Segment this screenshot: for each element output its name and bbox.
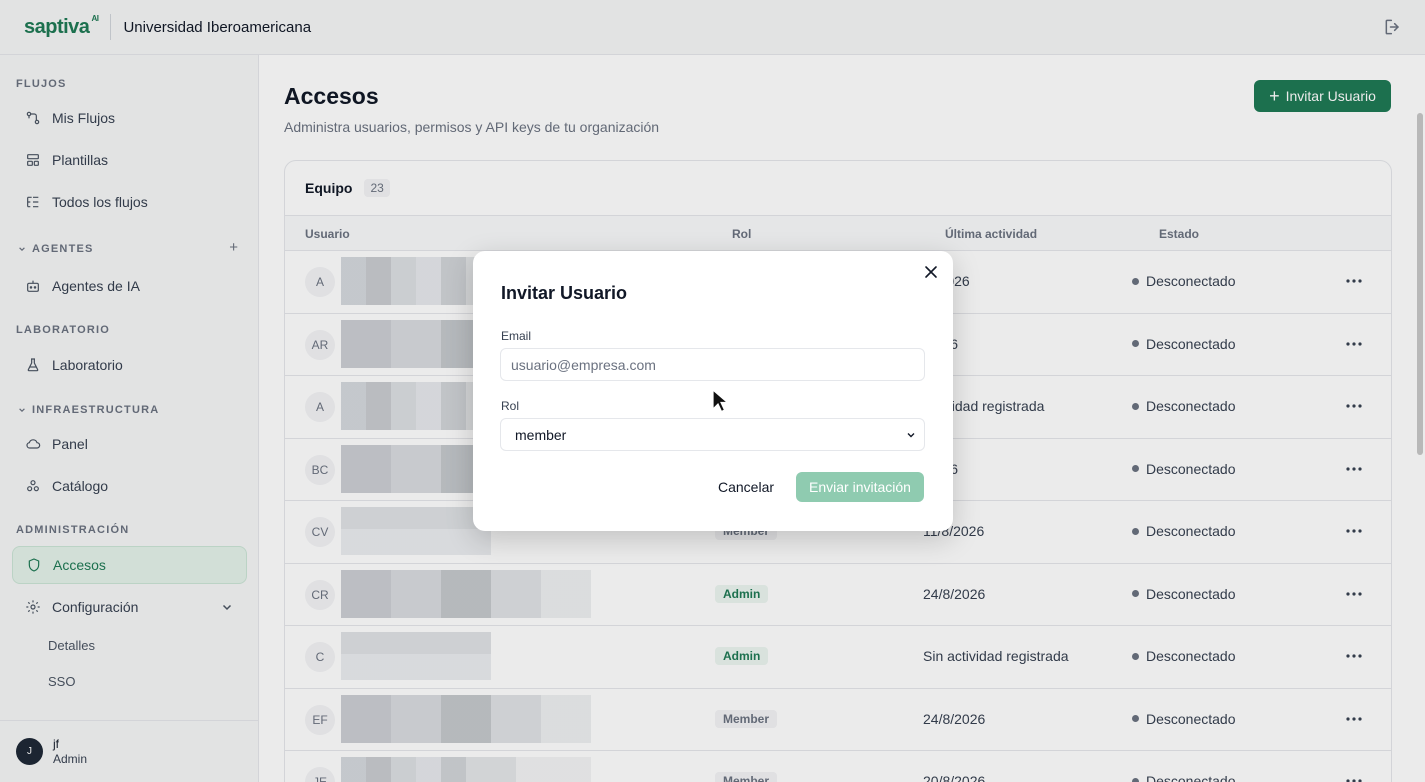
cancel-button[interactable]: Cancelar [711,472,781,502]
role-select-value: member [515,426,567,443]
send-invitation-button[interactable]: Enviar invitación [796,472,924,502]
mouse-cursor-icon [712,389,728,413]
chevron-down-icon [907,433,915,438]
email-label: Email [501,329,532,343]
email-field[interactable] [500,348,925,381]
role-label: Rol [501,399,520,413]
close-icon[interactable] [924,265,938,279]
role-select[interactable]: member [500,418,925,451]
dialog-title: Invitar Usuario [501,283,628,303]
